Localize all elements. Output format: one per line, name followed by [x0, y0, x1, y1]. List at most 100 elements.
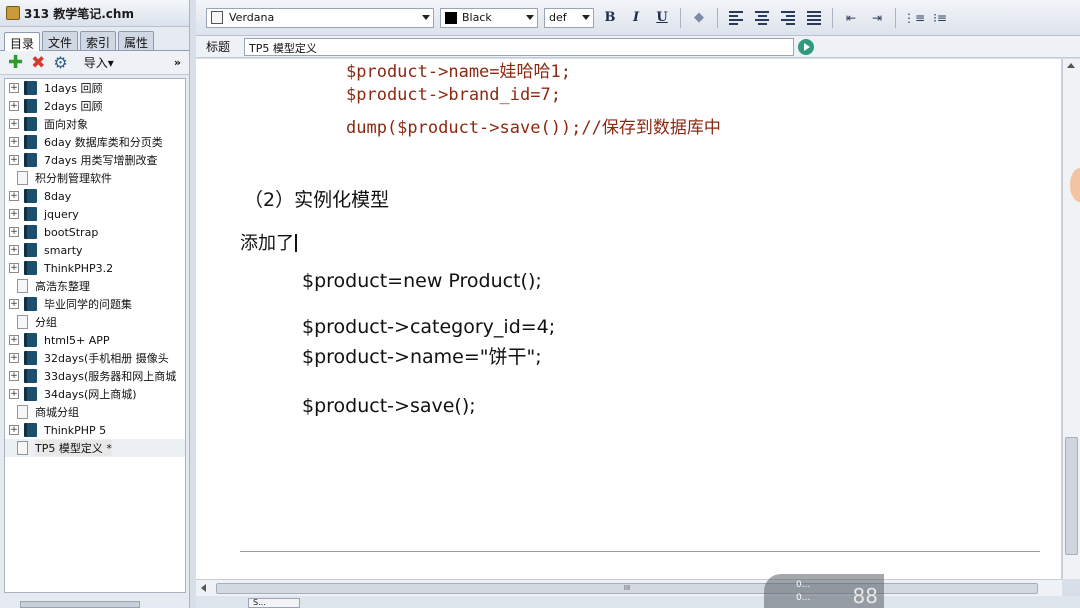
overlay-upload: 0...: [796, 580, 811, 590]
tree-item-label: 商城分组: [35, 406, 79, 419]
color-value: Black: [462, 11, 492, 24]
expand-icon[interactable]: +: [9, 101, 19, 111]
tree-item[interactable]: TP5 模型定义 *: [5, 439, 185, 457]
added-text: 添加了: [240, 233, 294, 254]
scroll-thumb[interactable]: III: [216, 583, 1038, 594]
expand-icon[interactable]: +: [9, 209, 19, 219]
title-input[interactable]: TP5 模型定义: [244, 37, 794, 56]
tree-item-label: 6day 数据库类和分页类: [44, 136, 163, 149]
tree-item-label: 33days(服务器和网上商城: [44, 370, 177, 383]
scroll-up-icon[interactable]: [1067, 63, 1075, 68]
tree-item[interactable]: + 毕业同学的问题集: [5, 295, 185, 313]
more-icon[interactable]: »: [174, 56, 181, 69]
tree-item[interactable]: 积分制管理软件: [5, 169, 185, 187]
tree-item-label: smarty: [44, 243, 83, 257]
go-button[interactable]: [798, 38, 814, 55]
tree-item[interactable]: + html5+ APP: [5, 331, 185, 349]
book-icon: [24, 351, 37, 365]
tab-index[interactable]: 索引: [80, 31, 117, 50]
tree-item[interactable]: + jquery: [5, 205, 185, 223]
book-icon: [24, 81, 37, 95]
size-select[interactable]: def: [544, 7, 594, 28]
tree-item[interactable]: + bootStrap: [5, 223, 185, 241]
status-tab[interactable]: S...: [248, 598, 300, 608]
expand-icon[interactable]: +: [9, 191, 19, 201]
tree-item[interactable]: +33days(服务器和网上商城: [5, 367, 185, 385]
book-icon: [24, 207, 37, 221]
expand-icon[interactable]: +: [9, 299, 19, 309]
expand-icon[interactable]: +: [9, 119, 19, 129]
italic-button[interactable]: I: [626, 8, 646, 28]
align-right-icon[interactable]: [778, 8, 798, 28]
tree-item[interactable]: +2days 回顾: [5, 97, 185, 115]
left-horizontal-scrollbar[interactable]: [20, 601, 140, 608]
book-icon: [24, 225, 37, 239]
page-icon: [17, 315, 28, 329]
import-button[interactable]: 导入▾: [84, 54, 114, 71]
tree-item[interactable]: 商城分组: [5, 403, 185, 421]
book-icon: [24, 135, 37, 149]
book-icon: [24, 387, 37, 401]
justify-icon[interactable]: [804, 8, 824, 28]
tree-item[interactable]: +1days 回顾: [5, 79, 185, 97]
tab-contents[interactable]: 目录: [4, 32, 41, 51]
title-bar: 标题 TP5 模型定义: [196, 36, 1080, 58]
tab-properties[interactable]: 属性: [118, 31, 155, 50]
add-icon[interactable]: ✚: [8, 53, 23, 71]
window-title: 313 教学笔记.chm: [24, 6, 134, 21]
tree-item[interactable]: 分组: [5, 313, 185, 331]
outdent-icon[interactable]: ⇤: [841, 8, 861, 28]
expand-icon[interactable]: +: [9, 353, 19, 363]
tree-item[interactable]: 高浩东整理: [5, 277, 185, 295]
tree-item[interactable]: + ThinkPHP 5: [5, 421, 185, 439]
vertical-scrollbar[interactable]: [1062, 59, 1080, 579]
delete-icon[interactable]: ✖: [31, 54, 45, 71]
expand-icon[interactable]: +: [9, 83, 19, 93]
scroll-thumb[interactable]: [1065, 437, 1078, 555]
nav-tabs: 目录 文件 索引 属性: [0, 27, 189, 51]
expand-icon[interactable]: +: [9, 137, 19, 147]
gear-icon[interactable]: ⚙: [53, 54, 67, 71]
color-select[interactable]: Black: [440, 7, 538, 28]
expand-icon[interactable]: +: [9, 263, 19, 273]
align-center-icon[interactable]: [752, 8, 772, 28]
underline-button[interactable]: U: [652, 8, 672, 28]
tree-item-label: 7days 用类写增删改查: [44, 154, 158, 167]
expand-icon[interactable]: +: [9, 155, 19, 165]
toolbar-divider: [717, 7, 718, 28]
expand-icon[interactable]: +: [9, 227, 19, 237]
book-icon: [24, 297, 37, 311]
tree-item[interactable]: + ThinkPHP3.2: [5, 259, 185, 277]
scroll-left-icon[interactable]: [201, 584, 206, 592]
tab-files[interactable]: 文件: [42, 31, 79, 50]
expand-icon[interactable]: +: [9, 371, 19, 381]
horizontal-scrollbar[interactable]: III: [196, 579, 1062, 596]
font-select[interactable]: Verdana: [206, 7, 434, 28]
tree-item[interactable]: +8day: [5, 187, 185, 205]
tree-item[interactable]: +32days(手机相册 摄像头: [5, 349, 185, 367]
tree-item[interactable]: +6day 数据库类和分页类: [5, 133, 185, 151]
align-left-icon[interactable]: [726, 8, 746, 28]
eraser-icon[interactable]: ◆: [689, 8, 709, 28]
book-icon: [24, 117, 37, 131]
code-line: $product->category_id=4;: [302, 316, 556, 338]
expand-icon[interactable]: +: [9, 335, 19, 345]
book-icon: [24, 369, 37, 383]
bold-button[interactable]: B: [600, 8, 620, 28]
section-heading: （2）实例化模型: [244, 189, 390, 211]
chevron-down-icon: [422, 14, 430, 20]
editor-content[interactable]: $product->name=娃哈哈1; $product->brand_id=…: [196, 59, 1062, 579]
indent-icon[interactable]: ⇥: [867, 8, 887, 28]
tree-item-label: 毕业同学的问题集: [44, 298, 132, 311]
format-toolbar: Verdana Black def B I U ◆ ⇤ ⇥ ⋮≡ ⁝≡: [196, 0, 1080, 36]
tree-item[interactable]: +34days(网上商城): [5, 385, 185, 403]
expand-icon[interactable]: +: [9, 425, 19, 435]
expand-icon[interactable]: +: [9, 389, 19, 399]
tree-item[interactable]: +7days 用类写增删改查: [5, 151, 185, 169]
tree-item[interactable]: + smarty: [5, 241, 185, 259]
tree-item-label: TP5 模型定义 *: [35, 440, 112, 456]
tree-item[interactable]: + 面向对象: [5, 115, 185, 133]
numbered-list-icon[interactable]: ⋮≡: [903, 8, 925, 28]
bullet-list-icon[interactable]: ⁝≡: [930, 8, 950, 28]
expand-icon[interactable]: +: [9, 245, 19, 255]
